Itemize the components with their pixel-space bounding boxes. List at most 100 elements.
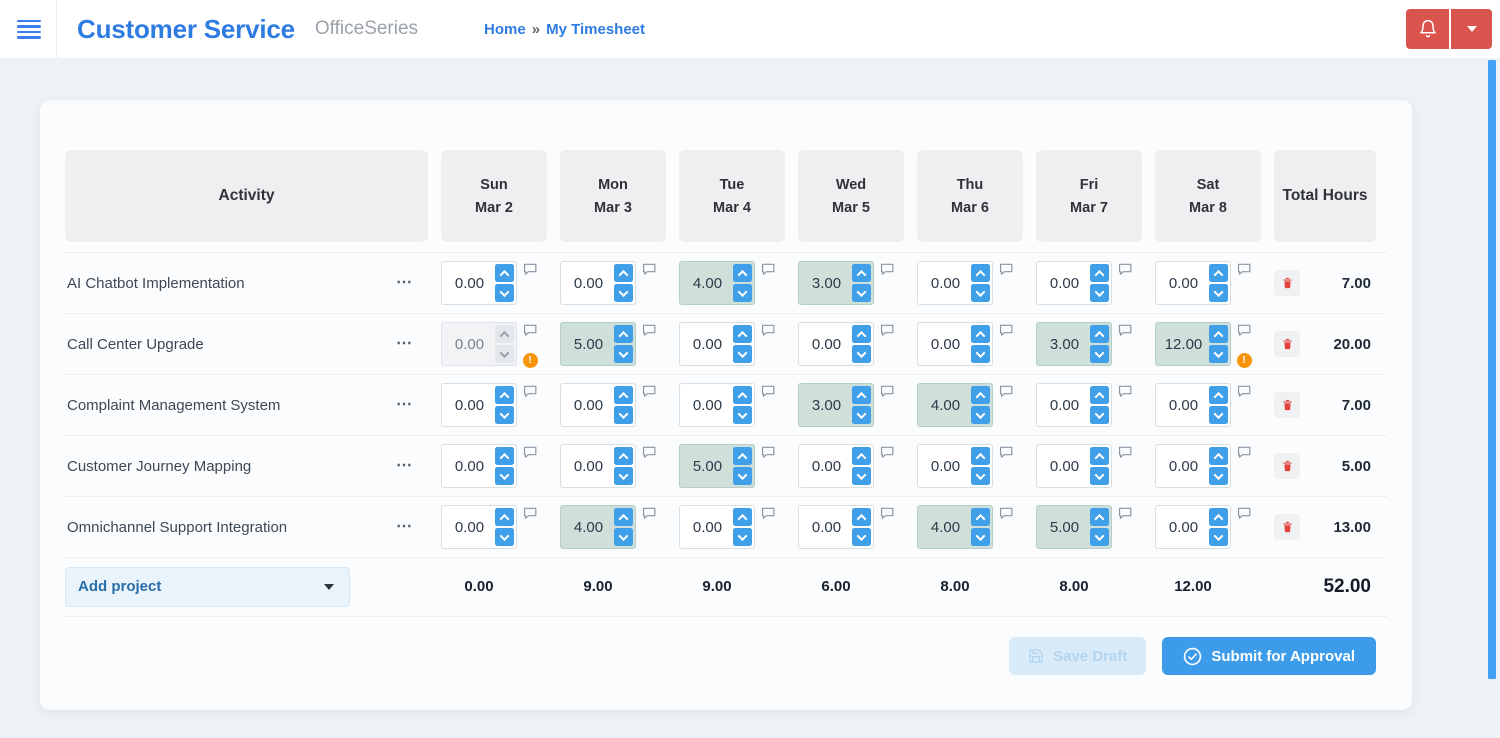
increment-button[interactable] — [971, 325, 990, 343]
hours-input[interactable]: 0.00 — [1155, 383, 1231, 427]
comment-icon[interactable] — [999, 446, 1013, 458]
decrement-button[interactable] — [1090, 345, 1109, 363]
decrement-button[interactable] — [1209, 345, 1228, 363]
delete-row-button[interactable] — [1274, 331, 1300, 357]
hours-input[interactable]: 5.00 — [1036, 505, 1112, 549]
comment-icon[interactable] — [999, 507, 1013, 519]
decrement-button[interactable] — [852, 467, 871, 485]
hours-input[interactable]: 0.00 — [917, 444, 993, 488]
comment-icon[interactable] — [1118, 507, 1132, 519]
comment-icon[interactable] — [761, 263, 775, 275]
increment-button[interactable] — [852, 264, 871, 282]
comment-icon[interactable] — [1237, 385, 1251, 397]
hours-input[interactable]: 0.00 — [679, 322, 755, 366]
comment-icon[interactable] — [1237, 446, 1251, 458]
increment-button[interactable] — [614, 508, 633, 526]
breadcrumb-current-link[interactable]: My Timesheet — [546, 21, 645, 38]
comment-icon[interactable] — [761, 385, 775, 397]
submit-for-approval-button[interactable]: Submit for Approval — [1162, 637, 1376, 675]
comment-icon[interactable] — [999, 263, 1013, 275]
comment-icon[interactable] — [642, 263, 656, 275]
hours-input[interactable]: 0.00 — [917, 261, 993, 305]
hours-input[interactable]: 0.00 — [798, 322, 874, 366]
increment-button[interactable] — [1209, 264, 1228, 282]
increment-button[interactable] — [495, 264, 514, 282]
increment-button[interactable] — [852, 386, 871, 404]
hours-input[interactable]: 0.00 — [1036, 444, 1112, 488]
increment-button[interactable] — [495, 386, 514, 404]
vertical-scrollbar[interactable] — [1488, 60, 1496, 679]
increment-button[interactable] — [971, 447, 990, 465]
hours-input[interactable]: 0.00 — [679, 383, 755, 427]
hours-input[interactable]: 3.00 — [798, 261, 874, 305]
increment-button[interactable] — [495, 508, 514, 526]
decrement-button[interactable] — [495, 406, 514, 424]
decrement-button[interactable] — [614, 406, 633, 424]
comment-icon[interactable] — [880, 446, 894, 458]
decrement-button[interactable] — [852, 284, 871, 302]
comment-icon[interactable] — [523, 324, 537, 336]
row-menu-button[interactable]: ⋯ — [396, 519, 414, 535]
comment-icon[interactable] — [880, 324, 894, 336]
decrement-button[interactable] — [1209, 284, 1228, 302]
notifications-button[interactable] — [1406, 9, 1449, 49]
decrement-button[interactable] — [971, 528, 990, 546]
decrement-button[interactable] — [614, 528, 633, 546]
comment-icon[interactable] — [642, 507, 656, 519]
account-dropdown-button[interactable] — [1451, 9, 1492, 49]
decrement-button[interactable] — [495, 467, 514, 485]
decrement-button[interactable] — [852, 406, 871, 424]
delete-row-button[interactable] — [1274, 453, 1300, 479]
hours-input[interactable]: 0.00 — [1155, 444, 1231, 488]
comment-icon[interactable] — [642, 385, 656, 397]
comment-icon[interactable] — [761, 446, 775, 458]
increment-button[interactable] — [1090, 386, 1109, 404]
comment-icon[interactable] — [999, 385, 1013, 397]
increment-button[interactable] — [733, 508, 752, 526]
delete-row-button[interactable] — [1274, 514, 1300, 540]
decrement-button[interactable] — [1090, 528, 1109, 546]
decrement-button[interactable] — [614, 345, 633, 363]
comment-icon[interactable] — [1237, 263, 1251, 275]
hours-input[interactable]: 4.00 — [560, 505, 636, 549]
increment-button[interactable] — [614, 447, 633, 465]
hours-input[interactable]: 12.00 — [1155, 322, 1231, 366]
increment-button[interactable] — [1209, 508, 1228, 526]
delete-row-button[interactable] — [1274, 270, 1300, 296]
decrement-button[interactable] — [733, 284, 752, 302]
hours-input[interactable]: 4.00 — [917, 383, 993, 427]
hours-input[interactable]: 0.00 — [560, 261, 636, 305]
decrement-button[interactable] — [495, 528, 514, 546]
increment-button[interactable] — [614, 325, 633, 343]
increment-button[interactable] — [733, 386, 752, 404]
increment-button[interactable] — [733, 264, 752, 282]
hours-input[interactable]: 0.00 — [441, 505, 517, 549]
decrement-button[interactable] — [733, 467, 752, 485]
decrement-button[interactable] — [1090, 406, 1109, 424]
comment-icon[interactable] — [642, 446, 656, 458]
decrement-button[interactable] — [971, 284, 990, 302]
increment-button[interactable] — [1090, 264, 1109, 282]
increment-button[interactable] — [733, 325, 752, 343]
increment-button[interactable] — [852, 508, 871, 526]
hamburger-menu-icon[interactable] — [15, 18, 43, 41]
hours-input[interactable]: 0.00 — [1036, 383, 1112, 427]
delete-row-button[interactable] — [1274, 392, 1300, 418]
hours-input[interactable]: 4.00 — [679, 261, 755, 305]
decrement-button[interactable] — [1090, 467, 1109, 485]
hours-input[interactable]: 4.00 — [917, 505, 993, 549]
comment-icon[interactable] — [880, 263, 894, 275]
hours-input[interactable]: 5.00 — [560, 322, 636, 366]
increment-button[interactable] — [495, 447, 514, 465]
decrement-button[interactable] — [614, 467, 633, 485]
hours-input[interactable]: 0.00 — [1036, 261, 1112, 305]
comment-icon[interactable] — [523, 263, 537, 275]
decrement-button[interactable] — [971, 467, 990, 485]
breadcrumb-home-link[interactable]: Home — [484, 21, 526, 38]
hours-input[interactable]: 0.00 — [441, 261, 517, 305]
decrement-button[interactable] — [1209, 467, 1228, 485]
decrement-button[interactable] — [495, 284, 514, 302]
comment-icon[interactable] — [1118, 324, 1132, 336]
row-menu-button[interactable]: ⋯ — [396, 275, 414, 291]
decrement-button[interactable] — [852, 345, 871, 363]
